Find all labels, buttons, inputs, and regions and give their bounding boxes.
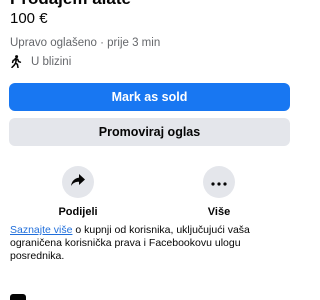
- next-section-peek: [10, 294, 26, 300]
- walking-person-icon: [10, 55, 22, 68]
- listing-location: U blizini: [10, 55, 71, 68]
- listing-price: 100 €: [10, 10, 48, 27]
- more-dots-icon: [211, 173, 227, 191]
- listing-title: Prodajem alate: [10, 0, 131, 9]
- share-label: Podijeli: [58, 206, 98, 218]
- share-arrow-icon: [70, 173, 86, 192]
- mark-as-sold-button[interactable]: Mark as sold: [9, 83, 290, 111]
- learn-more-link[interactable]: Saznajte više: [10, 224, 72, 236]
- location-label: U blizini: [31, 55, 72, 68]
- share-action[interactable]: Podijeli: [48, 166, 108, 218]
- more-button[interactable]: [203, 166, 235, 198]
- promote-listing-button[interactable]: Promoviraj oglas: [9, 118, 290, 146]
- share-button[interactable]: [62, 166, 94, 198]
- listing-meta: Upravo oglašeno · prije 3 min: [10, 37, 161, 49]
- more-action[interactable]: Više: [189, 166, 249, 218]
- buyer-info-text: Saznajte više o kupnji od korisnika, ukl…: [10, 224, 272, 263]
- more-label: Više: [207, 206, 231, 218]
